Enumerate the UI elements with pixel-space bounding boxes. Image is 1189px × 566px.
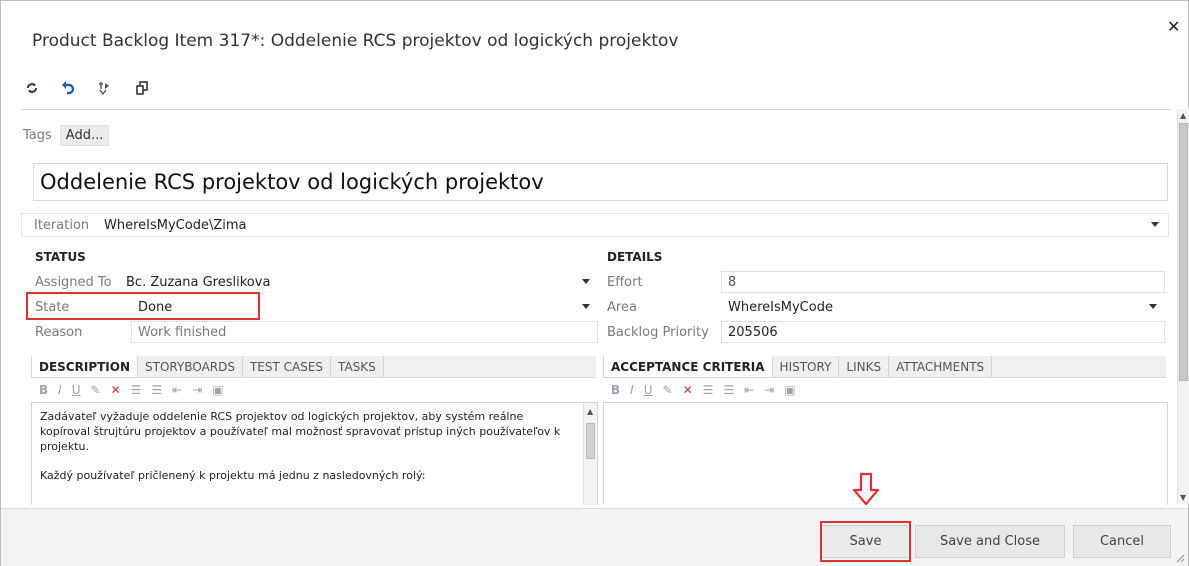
tab-test-cases[interactable]: TEST CASES: [243, 356, 332, 377]
area-row: Area WhereIsMyCode: [607, 295, 1167, 319]
close-icon[interactable]: ✕: [1167, 19, 1181, 35]
tab-storyboards[interactable]: STORYBOARDS: [138, 356, 243, 377]
tab-description[interactable]: DESCRIPTION: [31, 356, 139, 377]
increase-indent-icon[interactable]: ⇥: [192, 383, 202, 397]
highlight-icon[interactable]: ✎: [91, 383, 101, 397]
form-content: Tags Add... Oddelenie RCS projektov od l…: [21, 109, 1171, 505]
dialog-footer: Save Save and Close Cancel: [1, 508, 1188, 566]
iteration-value[interactable]: WhereIsMyCode\Zima: [102, 218, 1150, 233]
effort-label: Effort: [607, 274, 643, 290]
backlog-priority-label: Backlog Priority: [607, 324, 709, 340]
state-highlight-annotation: [26, 292, 260, 320]
status-heading: STATUS: [35, 250, 86, 264]
dialog-titlebar: Product Backlog Item 317*: Oddelenie RCS…: [1, 1, 1188, 63]
bold-button[interactable]: B: [39, 383, 48, 397]
resize-grip-icon[interactable]: [1175, 553, 1185, 563]
tags-label: Tags: [23, 127, 52, 143]
save-and-close-button[interactable]: Save and Close: [915, 525, 1065, 558]
cancel-button[interactable]: Cancel: [1073, 525, 1171, 558]
bullet-list-icon[interactable]: ☰: [703, 383, 714, 397]
backlog-priority-value: 205506: [728, 324, 778, 340]
dialog-title: Product Backlog Item 317*: Oddelenie RCS…: [32, 31, 679, 51]
undo-icon[interactable]: [59, 79, 77, 97]
acceptance-editor-toolbar: B I U ✎ ✕ ☰ ☰ ⇤ ⇥ ▣: [605, 380, 796, 400]
numbered-list-icon[interactable]: ☰: [151, 383, 162, 397]
decrease-indent-icon[interactable]: ⇤: [172, 383, 182, 397]
main-scrollbar[interactable]: ▲ ▼: [1177, 109, 1189, 504]
bullet-list-icon[interactable]: ☰: [131, 383, 142, 397]
backlog-priority-row: Backlog Priority 205506: [607, 320, 1167, 344]
effort-value: 8: [728, 274, 737, 290]
effort-field[interactable]: 8: [721, 271, 1165, 293]
italic-button[interactable]: I: [58, 383, 62, 397]
description-editor-toolbar: B I U ✎ ✕ ☰ ☰ ⇤ ⇥ ▣: [33, 380, 224, 400]
tab-tasks[interactable]: TASKS: [331, 356, 384, 377]
description-paragraph-2: Každý používateľ pričlenený k projektu m…: [40, 469, 426, 482]
backlog-priority-field[interactable]: 205506: [721, 321, 1165, 343]
clear-format-icon[interactable]: ✕: [683, 383, 693, 397]
scroll-down-icon[interactable]: ▼: [1180, 493, 1186, 502]
reason-row: Reason Work finished: [35, 320, 598, 344]
chevron-down-icon[interactable]: [581, 304, 591, 310]
assigned-to-label: Assigned To: [35, 274, 112, 290]
area-field[interactable]: WhereIsMyCode: [721, 296, 1165, 318]
tab-links[interactable]: LINKS: [839, 356, 890, 377]
down-arrow-annotation: [852, 472, 880, 506]
iteration-field[interactable]: Iteration WhereIsMyCode\Zima: [21, 213, 1169, 237]
tab-attachments[interactable]: ATTACHMENTS: [889, 356, 993, 377]
reason-value: Work finished: [138, 324, 227, 340]
chevron-down-icon[interactable]: [581, 279, 591, 285]
add-tag-button[interactable]: Add...: [59, 124, 110, 146]
refresh-icon[interactable]: [23, 79, 41, 97]
left-tab-strip: DESCRIPTION STORYBOARDS TEST CASES TASKS: [31, 356, 596, 378]
tab-history[interactable]: HISTORY: [773, 356, 840, 377]
iteration-label: Iteration: [34, 217, 90, 233]
scrollbar-thumb[interactable]: [586, 423, 595, 459]
area-value: WhereIsMyCode: [728, 299, 833, 315]
area-label: Area: [607, 299, 637, 315]
acceptance-criteria-editor[interactable]: [603, 402, 1168, 505]
effort-row: Effort 8: [607, 270, 1167, 294]
save-highlight-annotation: [820, 521, 911, 562]
description-scrollbar[interactable]: ▲: [583, 403, 597, 505]
details-heading: DETAILS: [607, 250, 663, 264]
scrollbar-thumb[interactable]: [1179, 123, 1188, 381]
underline-button[interactable]: U: [72, 383, 81, 397]
new-linked-item-icon[interactable]: [95, 79, 113, 97]
right-tab-strip: ACCEPTANCE CRITERIA HISTORY LINKS ATTACH…: [603, 356, 1166, 378]
tab-acceptance-criteria[interactable]: ACCEPTANCE CRITERIA: [603, 356, 773, 377]
reason-field: Work finished: [131, 321, 598, 343]
assigned-to-value: Bc. Zuzana Greslikova: [126, 274, 271, 290]
bold-button[interactable]: B: [611, 383, 620, 397]
scroll-up-icon[interactable]: ▲: [587, 404, 593, 419]
description-paragraph-1: Zadávateľ vyžaduje oddelenie RCS projekt…: [40, 410, 561, 453]
reason-label: Reason: [35, 324, 83, 340]
highlight-icon[interactable]: ✎: [663, 383, 673, 397]
work-item-dialog: Product Backlog Item 317*: Oddelenie RCS…: [0, 0, 1189, 566]
work-item-title-input[interactable]: Oddelenie RCS projektov od logických pro…: [33, 163, 1168, 201]
assigned-to-row: Assigned To Bc. Zuzana Greslikova: [35, 270, 598, 294]
chevron-down-icon[interactable]: [1150, 222, 1160, 228]
tags-row: Tags Add...: [23, 124, 110, 146]
insert-image-icon[interactable]: ▣: [784, 383, 795, 397]
insert-image-icon[interactable]: ▣: [212, 383, 223, 397]
copy-icon[interactable]: [133, 79, 151, 97]
scroll-up-icon[interactable]: ▲: [1180, 111, 1186, 120]
italic-button[interactable]: I: [630, 383, 634, 397]
assigned-to-field[interactable]: Bc. Zuzana Greslikova: [123, 271, 598, 293]
chevron-down-icon[interactable]: [1148, 304, 1158, 310]
underline-button[interactable]: U: [644, 383, 653, 397]
numbered-list-icon[interactable]: ☰: [723, 383, 734, 397]
decrease-indent-icon[interactable]: ⇤: [744, 383, 754, 397]
description-editor[interactable]: Zadávateľ vyžaduje oddelenie RCS projekt…: [31, 402, 598, 505]
clear-format-icon[interactable]: ✕: [111, 383, 121, 397]
increase-indent-icon[interactable]: ⇥: [764, 383, 774, 397]
